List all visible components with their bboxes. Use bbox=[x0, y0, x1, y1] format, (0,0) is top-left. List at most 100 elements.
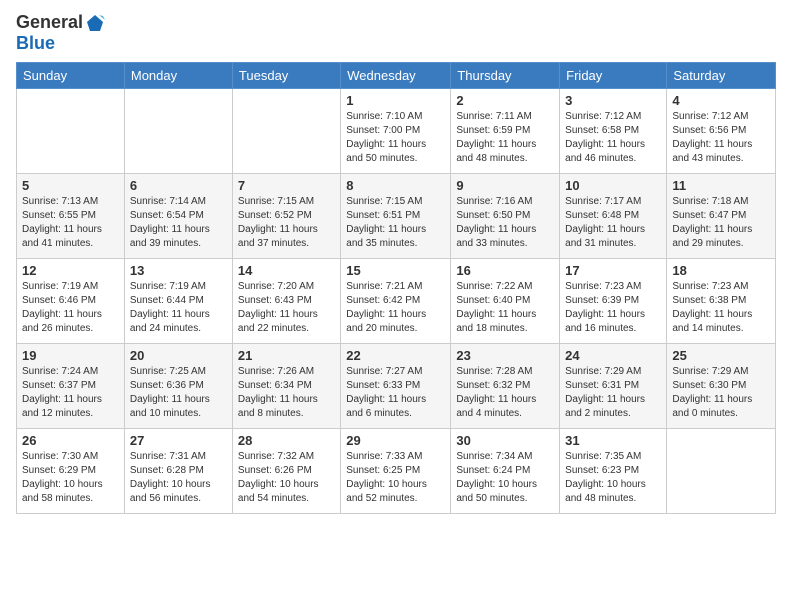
day-number: 28 bbox=[238, 433, 335, 448]
calendar-cell: 22 Sunrise: 7:27 AM Sunset: 6:33 PM Dayli… bbox=[341, 344, 451, 429]
day-info: Sunrise: 7:15 AM Sunset: 6:52 PM Dayligh… bbox=[238, 195, 335, 251]
logo-general-text: General bbox=[16, 12, 83, 33]
calendar-week-2: 5 Sunrise: 7:13 AM Sunset: 6:55 PM Daylig… bbox=[17, 174, 776, 259]
day-info: Sunrise: 7:21 AM Sunset: 6:42 PM Dayligh… bbox=[346, 280, 445, 336]
day-info: Sunrise: 7:13 AM Sunset: 6:55 PM Dayligh… bbox=[22, 195, 119, 251]
page: General Blue SundayMondayTuesdayWednesda… bbox=[0, 0, 792, 612]
day-info: Sunrise: 7:29 AM Sunset: 6:31 PM Dayligh… bbox=[565, 365, 661, 421]
calendar-cell: 23 Sunrise: 7:28 AM Sunset: 6:32 PM Dayli… bbox=[451, 344, 560, 429]
header: General Blue bbox=[16, 12, 776, 54]
calendar-week-4: 19Sunrise: 7:24 AM Sunset: 6:37 PM Dayli… bbox=[17, 344, 776, 429]
logo-blue-text: Blue bbox=[16, 33, 55, 53]
day-number: 9 bbox=[456, 178, 554, 193]
day-number: 21 bbox=[238, 348, 335, 363]
calendar-cell: 1Sunrise: 7:10 AM Sunset: 7:00 PM Daylig… bbox=[341, 89, 451, 174]
calendar-cell: 29 Sunrise: 7:33 AM Sunset: 6:25 PM Dayli… bbox=[341, 429, 451, 514]
calendar-cell: 2 Sunrise: 7:11 AM Sunset: 6:59 PM Daylig… bbox=[451, 89, 560, 174]
calendar-cell: 17 Sunrise: 7:23 AM Sunset: 6:39 PM Dayli… bbox=[560, 259, 667, 344]
day-number: 26 bbox=[22, 433, 119, 448]
calendar-cell: 16Sunrise: 7:22 AM Sunset: 6:40 PM Dayli… bbox=[451, 259, 560, 344]
day-number: 30 bbox=[456, 433, 554, 448]
day-number: 19 bbox=[22, 348, 119, 363]
day-info: Sunrise: 7:28 AM Sunset: 6:32 PM Dayligh… bbox=[456, 365, 554, 421]
calendar-cell: 15 Sunrise: 7:21 AM Sunset: 6:42 PM Dayli… bbox=[341, 259, 451, 344]
calendar-cell: 20 Sunrise: 7:25 AM Sunset: 6:36 PM Dayli… bbox=[124, 344, 232, 429]
day-info: Sunrise: 7:14 AM Sunset: 6:54 PM Dayligh… bbox=[130, 195, 227, 251]
logo-icon bbox=[85, 13, 105, 33]
calendar-cell: 4Sunrise: 7:12 AM Sunset: 6:56 PM Daylig… bbox=[667, 89, 776, 174]
day-number: 23 bbox=[456, 348, 554, 363]
calendar-cell: 28 Sunrise: 7:32 AM Sunset: 6:26 PM Dayli… bbox=[232, 429, 340, 514]
day-info: Sunrise: 7:16 AM Sunset: 6:50 PM Dayligh… bbox=[456, 195, 554, 251]
day-info: Sunrise: 7:19 AM Sunset: 6:46 PM Dayligh… bbox=[22, 280, 119, 336]
day-header-monday: Monday bbox=[124, 63, 232, 89]
day-number: 24 bbox=[565, 348, 661, 363]
calendar-cell: 14 Sunrise: 7:20 AM Sunset: 6:43 PM Dayli… bbox=[232, 259, 340, 344]
day-info: Sunrise: 7:29 AM Sunset: 6:30 PM Dayligh… bbox=[672, 365, 770, 421]
calendar-cell bbox=[17, 89, 125, 174]
day-number: 2 bbox=[456, 93, 554, 108]
calendar-cell bbox=[667, 429, 776, 514]
calendar-cell: 19Sunrise: 7:24 AM Sunset: 6:37 PM Dayli… bbox=[17, 344, 125, 429]
logo: General Blue bbox=[16, 12, 105, 54]
calendar-cell: 6 Sunrise: 7:14 AM Sunset: 6:54 PM Daylig… bbox=[124, 174, 232, 259]
day-number: 10 bbox=[565, 178, 661, 193]
calendar-header-row: SundayMondayTuesdayWednesdayThursdayFrid… bbox=[17, 63, 776, 89]
calendar-cell: 11Sunrise: 7:18 AM Sunset: 6:47 PM Dayli… bbox=[667, 174, 776, 259]
day-info: Sunrise: 7:32 AM Sunset: 6:26 PM Dayligh… bbox=[238, 450, 335, 506]
calendar-cell: 10Sunrise: 7:17 AM Sunset: 6:48 PM Dayli… bbox=[560, 174, 667, 259]
calendar-cell: 12 Sunrise: 7:19 AM Sunset: 6:46 PM Dayli… bbox=[17, 259, 125, 344]
calendar-cell bbox=[232, 89, 340, 174]
day-header-friday: Friday bbox=[560, 63, 667, 89]
day-number: 4 bbox=[672, 93, 770, 108]
day-info: Sunrise: 7:34 AM Sunset: 6:24 PM Dayligh… bbox=[456, 450, 554, 506]
day-number: 15 bbox=[346, 263, 445, 278]
calendar-cell: 13Sunrise: 7:19 AM Sunset: 6:44 PM Dayli… bbox=[124, 259, 232, 344]
calendar-cell: 26 Sunrise: 7:30 AM Sunset: 6:29 PM Dayli… bbox=[17, 429, 125, 514]
day-header-thursday: Thursday bbox=[451, 63, 560, 89]
day-info: Sunrise: 7:23 AM Sunset: 6:38 PM Dayligh… bbox=[672, 280, 770, 336]
day-number: 22 bbox=[346, 348, 445, 363]
day-header-wednesday: Wednesday bbox=[341, 63, 451, 89]
day-number: 13 bbox=[130, 263, 227, 278]
calendar-cell: 18 Sunrise: 7:23 AM Sunset: 6:38 PM Dayli… bbox=[667, 259, 776, 344]
day-number: 20 bbox=[130, 348, 227, 363]
calendar-week-5: 26 Sunrise: 7:30 AM Sunset: 6:29 PM Dayli… bbox=[17, 429, 776, 514]
day-number: 7 bbox=[238, 178, 335, 193]
calendar-cell: 21Sunrise: 7:26 AM Sunset: 6:34 PM Dayli… bbox=[232, 344, 340, 429]
calendar-cell: 24 Sunrise: 7:29 AM Sunset: 6:31 PM Dayli… bbox=[560, 344, 667, 429]
calendar: SundayMondayTuesdayWednesdayThursdayFrid… bbox=[16, 62, 776, 514]
day-number: 18 bbox=[672, 263, 770, 278]
day-number: 29 bbox=[346, 433, 445, 448]
day-number: 25 bbox=[672, 348, 770, 363]
day-number: 31 bbox=[565, 433, 661, 448]
day-info: Sunrise: 7:15 AM Sunset: 6:51 PM Dayligh… bbox=[346, 195, 445, 251]
day-number: 8 bbox=[346, 178, 445, 193]
calendar-cell: 7 Sunrise: 7:15 AM Sunset: 6:52 PM Daylig… bbox=[232, 174, 340, 259]
day-header-tuesday: Tuesday bbox=[232, 63, 340, 89]
day-info: Sunrise: 7:25 AM Sunset: 6:36 PM Dayligh… bbox=[130, 365, 227, 421]
day-header-sunday: Sunday bbox=[17, 63, 125, 89]
calendar-cell: 8 Sunrise: 7:15 AM Sunset: 6:51 PM Daylig… bbox=[341, 174, 451, 259]
day-number: 3 bbox=[565, 93, 661, 108]
day-number: 14 bbox=[238, 263, 335, 278]
day-info: Sunrise: 7:20 AM Sunset: 6:43 PM Dayligh… bbox=[238, 280, 335, 336]
day-number: 12 bbox=[22, 263, 119, 278]
calendar-cell: 30 Sunrise: 7:34 AM Sunset: 6:24 PM Dayli… bbox=[451, 429, 560, 514]
calendar-cell: 27 Sunrise: 7:31 AM Sunset: 6:28 PM Dayli… bbox=[124, 429, 232, 514]
day-info: Sunrise: 7:33 AM Sunset: 6:25 PM Dayligh… bbox=[346, 450, 445, 506]
day-info: Sunrise: 7:11 AM Sunset: 6:59 PM Dayligh… bbox=[456, 110, 554, 166]
day-number: 27 bbox=[130, 433, 227, 448]
calendar-cell: 3Sunrise: 7:12 AM Sunset: 6:58 PM Daylig… bbox=[560, 89, 667, 174]
day-info: Sunrise: 7:30 AM Sunset: 6:29 PM Dayligh… bbox=[22, 450, 119, 506]
day-number: 1 bbox=[346, 93, 445, 108]
day-number: 6 bbox=[130, 178, 227, 193]
day-header-saturday: Saturday bbox=[667, 63, 776, 89]
day-info: Sunrise: 7:27 AM Sunset: 6:33 PM Dayligh… bbox=[346, 365, 445, 421]
day-info: Sunrise: 7:23 AM Sunset: 6:39 PM Dayligh… bbox=[565, 280, 661, 336]
day-number: 5 bbox=[22, 178, 119, 193]
day-info: Sunrise: 7:31 AM Sunset: 6:28 PM Dayligh… bbox=[130, 450, 227, 506]
day-info: Sunrise: 7:18 AM Sunset: 6:47 PM Dayligh… bbox=[672, 195, 770, 251]
calendar-cell bbox=[124, 89, 232, 174]
day-number: 17 bbox=[565, 263, 661, 278]
